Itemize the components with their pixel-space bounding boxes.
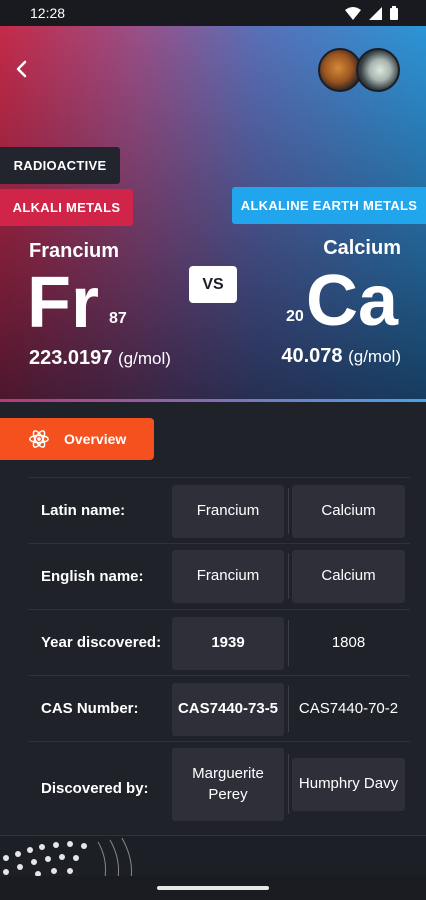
atom-icon (29, 430, 49, 448)
battery-icon (390, 6, 398, 20)
row-label: CAS Number: (41, 700, 139, 717)
status-time: 12:28 (30, 5, 66, 21)
overview-section-button[interactable]: Overview (0, 418, 154, 460)
left-mass-unit: (g/mol) (117, 349, 171, 368)
column-divider (288, 488, 289, 534)
signal-icon (369, 6, 382, 20)
calcium-image (356, 48, 400, 92)
right-element-symbol: Ca (305, 261, 398, 341)
right-value-cell: CAS7440-70-2 (298, 700, 399, 718)
right-value-cell: Humphry Davy (292, 758, 405, 811)
right-value-cell: Calcium (292, 485, 405, 538)
status-bar: 12:28 (0, 0, 426, 26)
left-value-cell: Francium (172, 485, 284, 538)
table-row: Year discovered: 1939 1808 (28, 609, 410, 675)
table-row: CAS Number: CAS7440-73-5 CAS7440-70-2 (28, 675, 410, 741)
right-value-cell: Calcium (292, 550, 405, 603)
column-divider (288, 553, 289, 599)
left-value-cell: 1939 (172, 617, 284, 670)
left-value-cell: Francium (172, 550, 284, 603)
right-atomic-mass: 40.078 (g/mol) (281, 345, 401, 368)
overview-label: Overview (64, 431, 127, 447)
right-value-cell: 1808 (331, 634, 366, 652)
radioactive-badge: RADIOACTIVE (0, 147, 120, 184)
row-label: Latin name: (41, 502, 126, 519)
element-images (318, 48, 402, 92)
left-mass-value: 223.0197 (29, 347, 113, 369)
right-element-name: Calcium (323, 237, 401, 259)
alkaline-earth-metals-badge[interactable]: ALKALINE EARTH METALS (232, 187, 426, 224)
wifi-icon (345, 6, 361, 20)
left-atomic-mass: 223.0197 (g/mol) (29, 347, 171, 370)
status-icons (345, 6, 398, 20)
back-arrow-icon[interactable] (10, 57, 34, 81)
row-label: Year discovered: (41, 634, 162, 651)
column-divider (288, 686, 289, 732)
properties-table: Latin name: Francium Calcium English nam… (28, 477, 410, 835)
left-element-symbol: Fr (27, 263, 99, 343)
right-mass-value: 40.078 (281, 345, 343, 367)
home-gesture-pill[interactable] (157, 886, 269, 890)
table-row: English name: Francium Calcium (28, 543, 410, 609)
right-mass-unit: (g/mol) (348, 347, 401, 366)
vs-badge: VS (189, 266, 237, 303)
table-row: Latin name: Francium Calcium (28, 477, 410, 543)
right-atomic-number: 20 (286, 308, 304, 325)
alkali-metals-badge[interactable]: ALKALI METALS (0, 189, 133, 226)
comparison-header: RADIOACTIVE ALKALI METALS ALKALINE EARTH… (0, 26, 426, 402)
left-value-cell: CAS7440-73-5 (172, 683, 284, 736)
table-row: Discovered by: Marguerite Perey Humphry … (28, 741, 410, 835)
row-label: Discovered by: (41, 780, 149, 797)
left-element-name: Francium (29, 240, 120, 262)
column-divider (288, 754, 289, 814)
row-label: English name: (41, 568, 144, 585)
column-divider (288, 620, 289, 666)
left-atomic-number: 87 (109, 310, 127, 327)
left-value-cell: Marguerite Perey (172, 748, 284, 821)
